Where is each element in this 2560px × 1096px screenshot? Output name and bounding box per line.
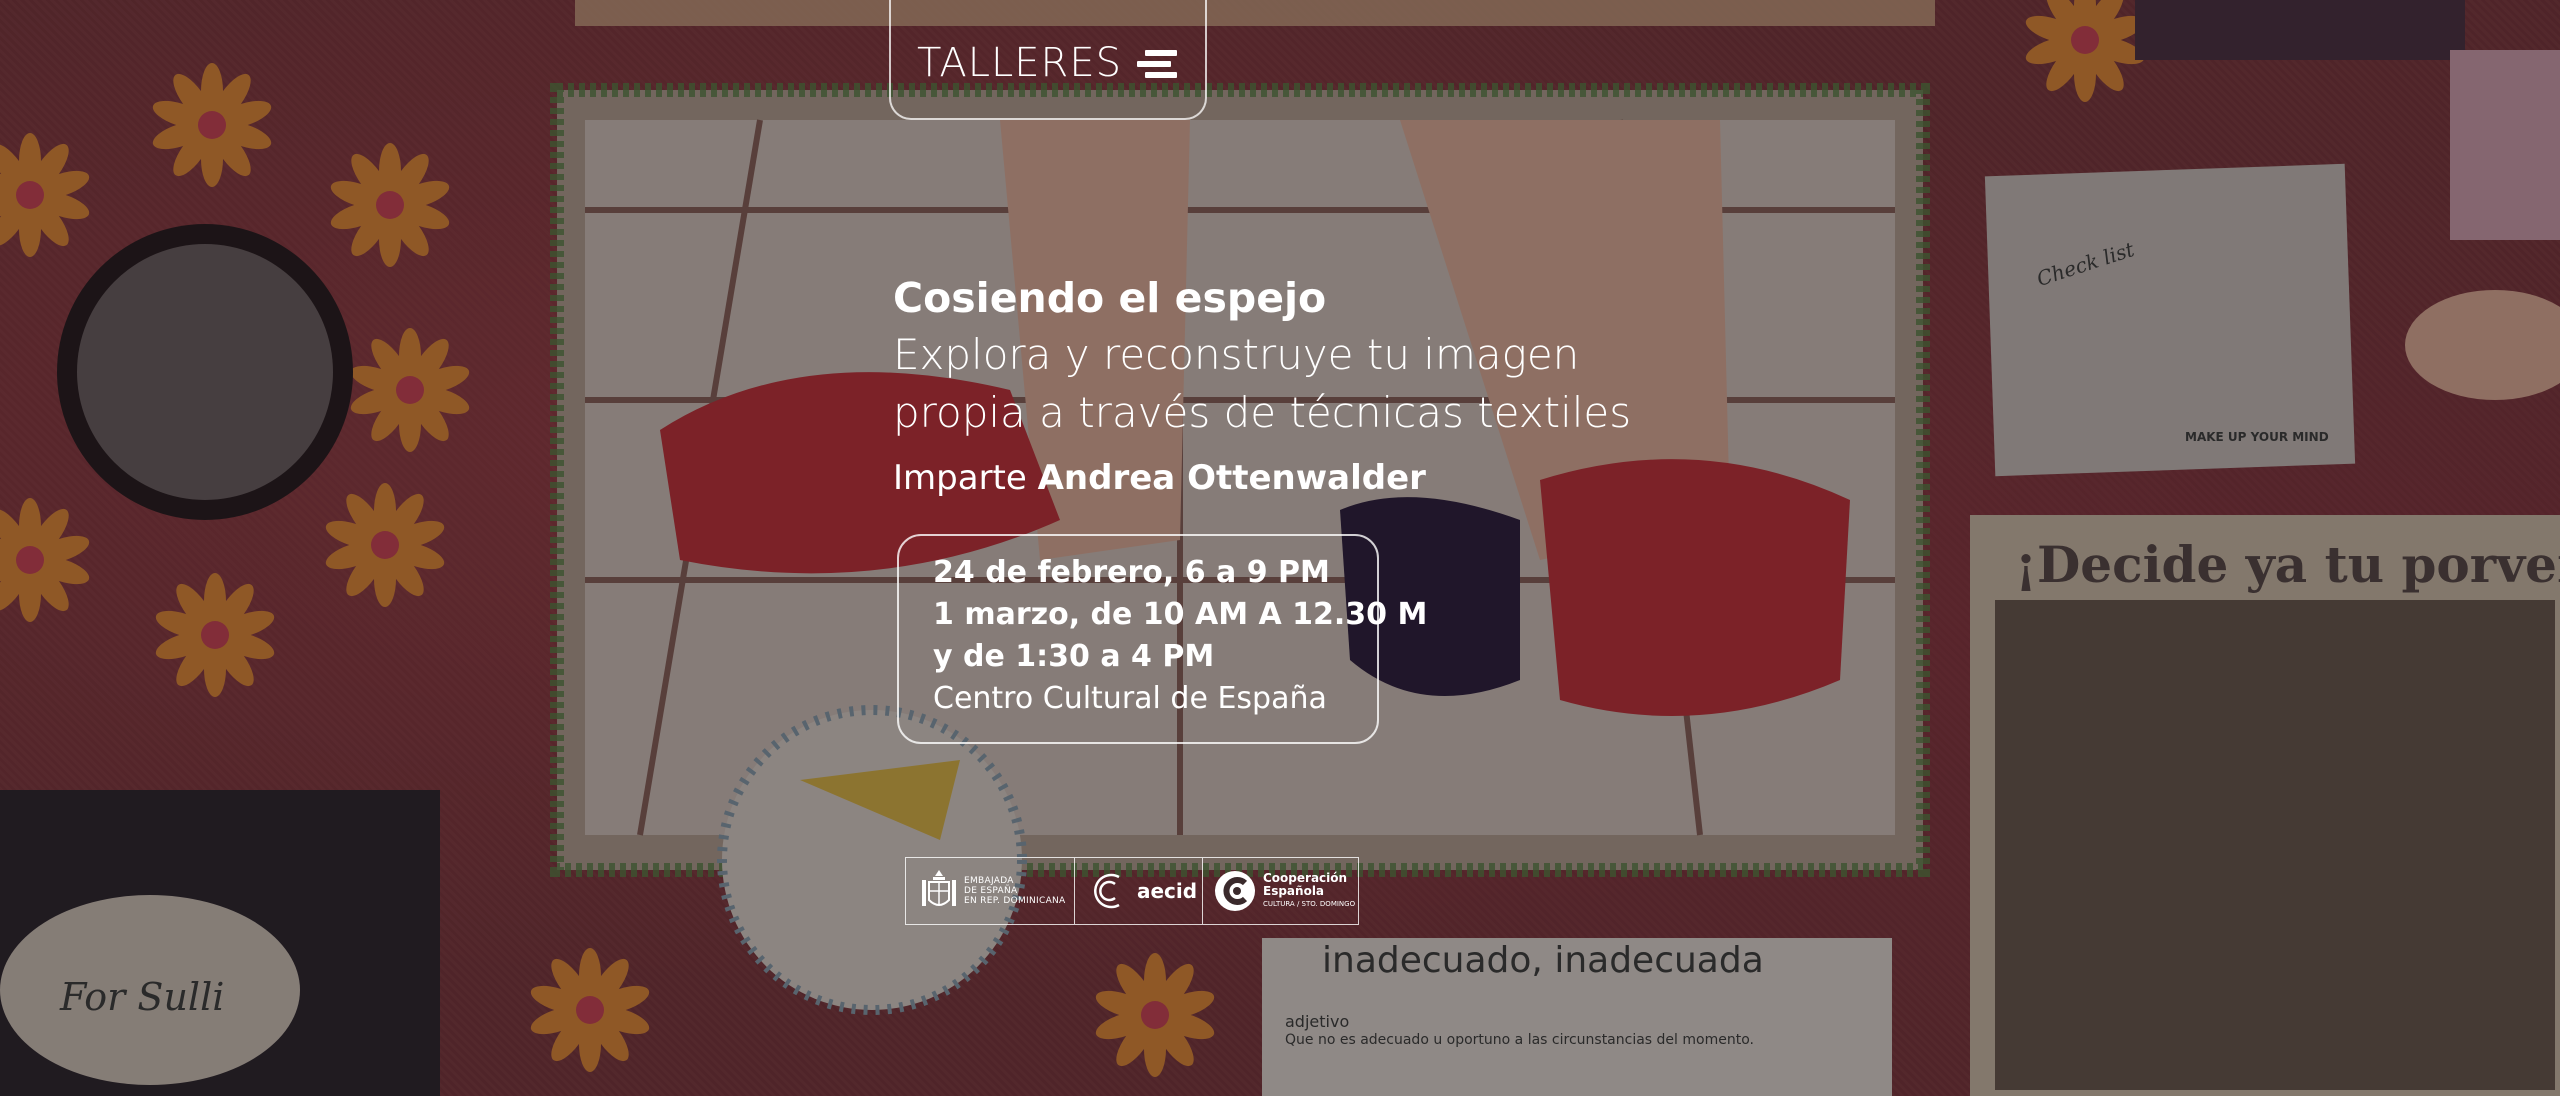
embassy-line3: EN REP. DOMINICANA [964,896,1066,906]
schedule-date-3: y de 1:30 a 4 PM [933,639,1215,674]
talleres-tab-label: TALLERES [917,40,1122,86]
instructor-line: Imparte Andrea Ottenwalder [893,456,1653,500]
schedule-date-2: 1 marzo, de 10 AM A 12.30 M [933,597,1428,632]
embassy-line2: DE ESPAÑA [964,886,1018,896]
coat-of-arms-icon [922,870,956,906]
sponsor-logos: EMBAJADA DE ESPAÑA EN REP. DOMINICANA ae… [905,857,1359,925]
hero-banner: ¡Decide ya tu porven inadecuado, inadecu… [0,0,2560,1096]
cooperacion-line1: Cooperación [1263,870,1348,885]
cooperacion-line2: Española [1263,883,1325,898]
schedule-venue: Centro Cultural de España [933,681,1327,716]
dictionary-definition: Que no es adecuado u oportuno a las circ… [1285,1032,1754,1048]
cooperacion-line3: CULTURA / STO. DOMINGO [1263,899,1356,908]
event-title: Cosiendo el espejo [893,274,1327,322]
aecid-label: aecid [1137,879,1198,903]
event-subtitle-line2: propia a través de técnicas textiles [893,388,1632,437]
checklist-caption: MAKE UP YOUR MIND [2185,430,2329,444]
cake-text: For Sulli [60,975,225,1019]
cooperacion-mark-icon [1215,871,1255,911]
embassy-logo: EMBAJADA DE ESPAÑA EN REP. DOMINICANA [906,858,1074,924]
schedule-box: 24 de febrero, 6 a 9 PM 1 marzo, de 10 A… [897,534,1428,744]
aecid-logo: aecid [1074,858,1202,924]
dictionary-pos: adjetivo [1285,1012,1350,1031]
schedule-date-1: 24 de febrero, 6 a 9 PM [933,555,1330,590]
event-info: Cosiendo el espejo Explora y reconstruye… [893,270,1653,500]
cooperacion-logo: Cooperación Española CULTURA / STO. DOMI… [1202,858,1358,924]
aecid-mark-icon [1094,873,1120,909]
instructor-name: Andrea Ottenwalder [1037,458,1426,498]
talleres-tab[interactable]: TALLERES [889,0,1207,120]
embassy-line1: EMBAJADA [964,876,1014,886]
dictionary-word: inadecuado, inadecuada [1322,940,1764,981]
instructor-prefix: Imparte [893,458,1027,498]
stacked-lines-icon[interactable] [1137,50,1179,80]
event-subtitle-line1: Explora y reconstruye tu imagen [893,330,1580,379]
poster-headline: ¡Decide ya tu porven [2015,535,2560,594]
